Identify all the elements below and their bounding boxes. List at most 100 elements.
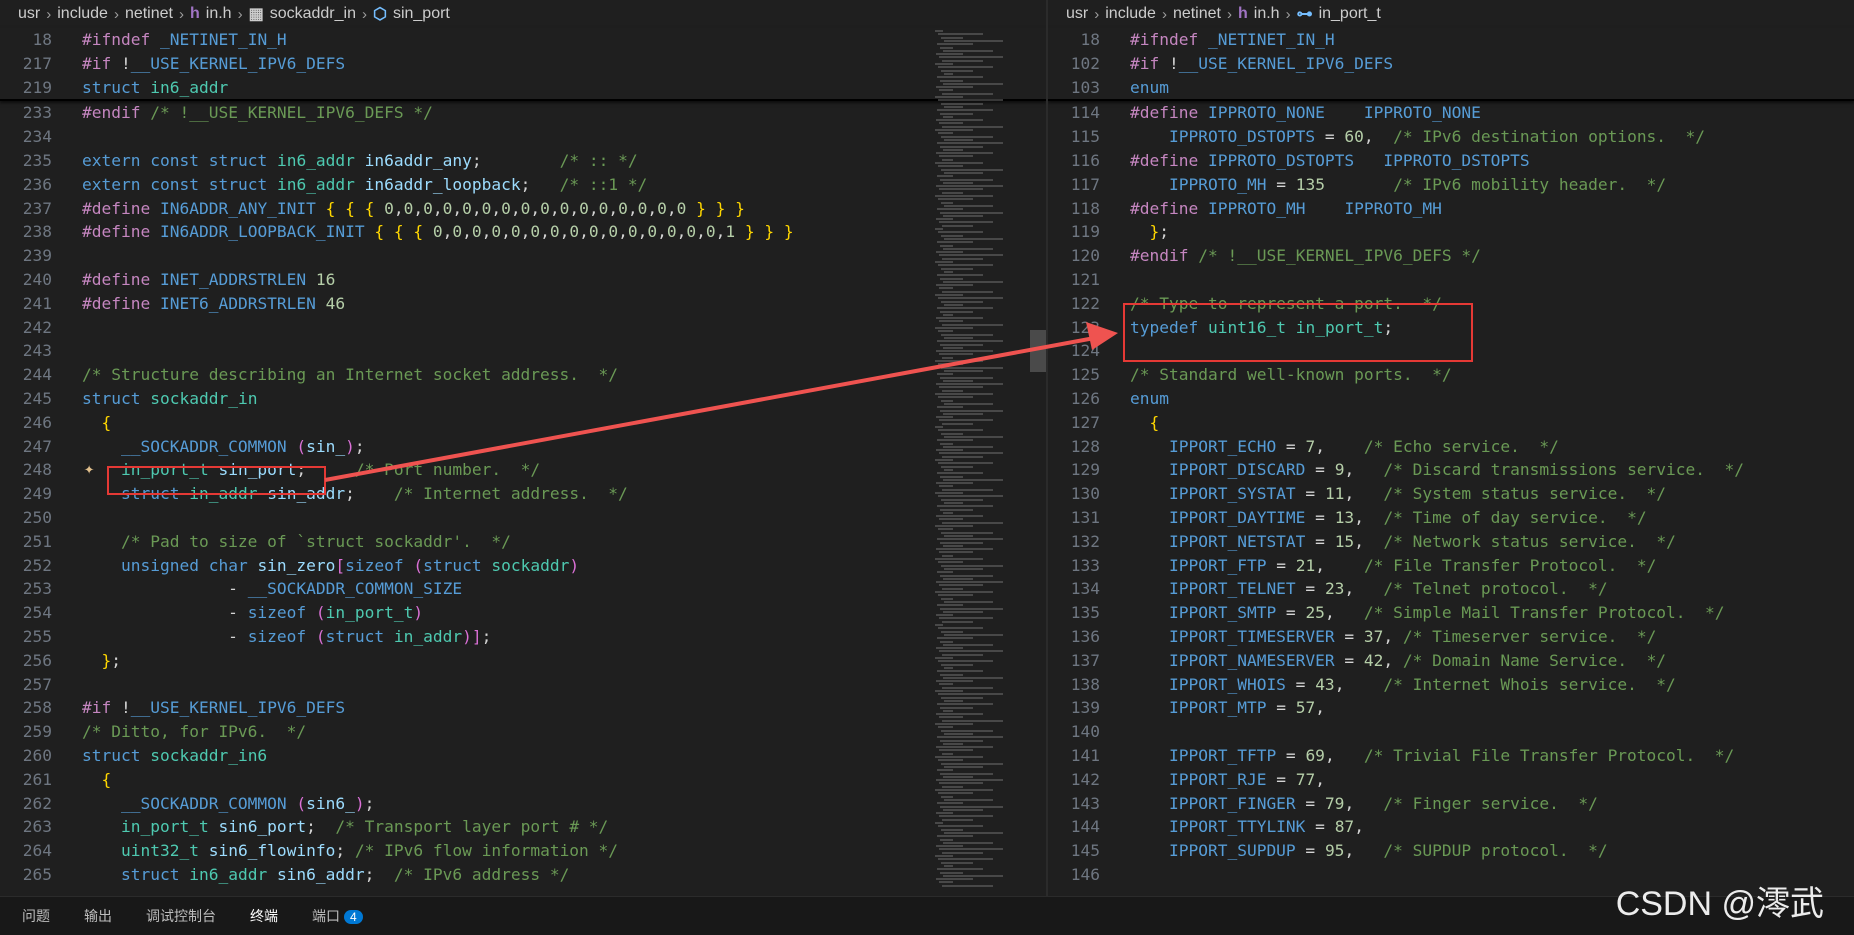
code-text[interactable]: #define INET_ADDRSTRLEN 16 <box>82 268 1046 292</box>
breadcrumb-item[interactable]: sin_port <box>393 5 450 23</box>
code-text[interactable]: IPPORT_TTYLINK = 87, <box>1130 815 1854 839</box>
code-line[interactable]: 125 /* Standard well-known ports. */ <box>1048 363 1854 387</box>
code-text[interactable]: IPPORT_TFTP = 69, /* Trivial File Transf… <box>1130 744 1854 768</box>
minimap[interactable] <box>935 30 1015 892</box>
code-line[interactable]: 217 #if !__USE_KERNEL_IPV6_DEFS <box>0 52 1046 76</box>
code-text[interactable]: IPPORT_SUPDUP = 95, /* SUPDUP protocol. … <box>1130 839 1854 863</box>
code-line[interactable]: 120 #endif /* !__USE_KERNEL_IPV6_DEFS */ <box>1048 244 1854 268</box>
code-line[interactable]: 136 IPPORT_TIMESERVER = 37, /* Timeserve… <box>1048 625 1854 649</box>
code-text[interactable]: /* Structure describing an Internet sock… <box>82 363 1046 387</box>
code-line[interactable]: 132 IPPORT_NETSTAT = 15, /* Network stat… <box>1048 530 1854 554</box>
code-line[interactable]: 116 #define IPPROTO_DSTOPTS IPPROTO_DSTOP… <box>1048 149 1854 173</box>
code-line[interactable]: 237 #define IN6ADDR_ANY_INIT { { { 0,0,0,… <box>0 197 1046 221</box>
code-text[interactable] <box>1130 720 1854 744</box>
code-line[interactable]: 254 - sizeof (in_port_t) <box>0 601 1046 625</box>
code-text[interactable]: #if !__USE_KERNEL_IPV6_DEFS <box>1130 52 1854 76</box>
code-line[interactable]: 256 }; <box>0 649 1046 673</box>
sticky-scroll-header[interactable]: 18 #ifndef _NETINET_IN_H 102 #if !__USE_KER… <box>1048 28 1854 102</box>
code-text[interactable]: }; <box>82 649 1046 673</box>
code-text[interactable]: IPPORT_TELNET = 23, /* Telnet protocol. … <box>1130 577 1854 601</box>
breadcrumb-item[interactable]: in_port_t <box>1319 5 1381 23</box>
code-line[interactable]: 134 IPPORT_TELNET = 23, /* Telnet protoc… <box>1048 577 1854 601</box>
code-line[interactable]: 219 struct in6_addr <box>0 76 1046 100</box>
code-line[interactable]: 238 #define IN6ADDR_LOOPBACK_INIT { { { 0… <box>0 220 1046 244</box>
breadcrumb-item[interactable]: netinet <box>125 5 173 23</box>
code-line[interactable]: 245 struct sockaddr_in <box>0 387 1046 411</box>
code-line[interactable]: 250 <box>0 506 1046 530</box>
code-line[interactable]: 262 __SOCKADDR_COMMON (sin6_); <box>0 792 1046 816</box>
right-editor-pane[interactable]: usr › include › netinet › h in.h › ⊶ in_port_t 18 #… <box>1048 0 1854 897</box>
code-line[interactable]: 129 IPPORT_DISCARD = 9, /* Discard trans… <box>1048 458 1854 482</box>
code-text[interactable] <box>82 339 1046 363</box>
code-text[interactable]: IPPORT_DAYTIME = 13, /* Time of day serv… <box>1130 506 1854 530</box>
code-line[interactable]: 139 IPPORT_MTP = 57, <box>1048 696 1854 720</box>
code-text[interactable]: #if !__USE_KERNEL_IPV6_DEFS <box>82 696 1046 720</box>
code-text[interactable]: IPPORT_ECHO = 7, /* Echo service. */ <box>1130 435 1854 459</box>
breadcrumb-item[interactable]: include <box>1105 5 1156 23</box>
code-text[interactable]: { <box>82 768 1046 792</box>
code-text[interactable]: #ifndef _NETINET_IN_H <box>82 28 1046 52</box>
code-text[interactable]: - sizeof (struct in_addr)]; <box>82 625 1046 649</box>
code-text[interactable]: IPPROTO_MH = 135 /* IPv6 mobility header… <box>1130 173 1854 197</box>
breadcrumb-item[interactable]: netinet <box>1173 5 1221 23</box>
code-text[interactable] <box>82 506 1046 530</box>
code-line[interactable]: 258 #if !__USE_KERNEL_IPV6_DEFS <box>0 696 1046 720</box>
code-line[interactable]: 126 enum <box>1048 387 1854 411</box>
code-line[interactable]: 102 #if !__USE_KERNEL_IPV6_DEFS <box>1048 52 1854 76</box>
left-editor-pane[interactable]: usr › include › netinet › h in.h › ▦ sockaddr_in › ⬡… <box>0 0 1046 897</box>
code-line[interactable]: 265 struct in6_addr sin6_addr; /* IPv6 a… <box>0 863 1046 887</box>
code-line[interactable]: 18 #ifndef _NETINET_IN_H <box>1048 28 1854 52</box>
code-text[interactable]: __SOCKADDR_COMMON (sin_); <box>82 435 1046 459</box>
code-text[interactable]: struct sockaddr_in6 <box>82 744 1046 768</box>
breadcrumb-item[interactable]: usr <box>18 5 40 23</box>
code-text[interactable]: struct in6_addr <box>82 76 1046 100</box>
code-text[interactable]: #define IN6ADDR_ANY_INIT { { { 0,0,0,0,0… <box>82 197 1046 221</box>
code-line[interactable]: 135 IPPORT_SMTP = 25, /* Simple Mail Tra… <box>1048 601 1854 625</box>
code-line[interactable]: 246 { <box>0 411 1046 435</box>
code-line[interactable]: 117 IPPROTO_MH = 135 /* IPv6 mobility he… <box>1048 173 1854 197</box>
code-line[interactable]: 243 <box>0 339 1046 363</box>
code-text[interactable]: extern const struct in6_addr in6addr_loo… <box>82 173 1046 197</box>
code-text[interactable]: /* Pad to size of `struct sockaddr'. */ <box>82 530 1046 554</box>
code-line[interactable]: 128 IPPORT_ECHO = 7, /* Echo service. */ <box>1048 435 1854 459</box>
code-line[interactable]: 137 IPPORT_NAMESERVER = 42, /* Domain Na… <box>1048 649 1854 673</box>
code-text[interactable]: IPPORT_FTP = 21, /* File Transfer Protoc… <box>1130 554 1854 578</box>
code-line[interactable]: 140 <box>1048 720 1854 744</box>
panel-tab[interactable]: 终端 <box>250 906 278 926</box>
breadcrumb-item[interactable]: in.h <box>206 5 232 23</box>
code-text[interactable]: #define INET6_ADDRSTRLEN 46 <box>82 292 1046 316</box>
breadcrumb-item[interactable]: sockaddr_in <box>270 5 356 23</box>
code-line[interactable]: 142 IPPORT_RJE = 77, <box>1048 768 1854 792</box>
code-text[interactable]: IPPROTO_DSTOPTS = 60, /* IPv6 destinatio… <box>1130 125 1854 149</box>
panel-tab[interactable]: 输出 <box>84 906 112 926</box>
code-line[interactable]: 115 IPPROTO_DSTOPTS = 60, /* IPv6 destin… <box>1048 125 1854 149</box>
code-text[interactable]: { <box>82 411 1046 435</box>
code-line[interactable]: 119 }; <box>1048 220 1854 244</box>
code-text[interactable]: IPPORT_DISCARD = 9, /* Discard transmiss… <box>1130 458 1854 482</box>
code-text[interactable]: IPPORT_FINGER = 79, /* Finger service. *… <box>1130 792 1854 816</box>
code-text[interactable] <box>82 673 1046 697</box>
code-line[interactable]: 236 extern const struct in6_addr in6addr_… <box>0 173 1046 197</box>
code-line[interactable]: 145 IPPORT_SUPDUP = 95, /* SUPDUP protoc… <box>1048 839 1854 863</box>
code-line[interactable]: 131 IPPORT_DAYTIME = 13, /* Time of day … <box>1048 506 1854 530</box>
code-line[interactable]: 263 in_port_t sin6_port; /* Transport la… <box>0 815 1046 839</box>
code-line[interactable]: 240 #define INET_ADDRSTRLEN 16 <box>0 268 1046 292</box>
code-line[interactable]: 141 IPPORT_TFTP = 69, /* Trivial File Tr… <box>1048 744 1854 768</box>
code-text[interactable]: unsigned char sin_zero[sizeof (struct so… <box>82 554 1046 578</box>
code-text[interactable]: IPPORT_RJE = 77, <box>1130 768 1854 792</box>
panel-tab[interactable]: 端口 4 <box>312 906 363 926</box>
code-text[interactable]: enum <box>1130 387 1854 411</box>
code-line[interactable]: 18 #ifndef _NETINET_IN_H <box>0 28 1046 52</box>
code-text[interactable]: struct in6_addr sin6_addr; /* IPv6 addre… <box>82 863 1046 887</box>
code-line[interactable]: 118 #define IPPROTO_MH IPPROTO_MH <box>1048 197 1854 221</box>
code-line[interactable]: 130 IPPORT_SYSTAT = 11, /* System status… <box>1048 482 1854 506</box>
code-text[interactable]: IPPORT_SYSTAT = 11, /* System status ser… <box>1130 482 1854 506</box>
code-text[interactable]: #ifndef _NETINET_IN_H <box>1130 28 1854 52</box>
code-lines[interactable]: 114 #define IPPROTO_NONE IPPROTO_NONE 115 … <box>1048 101 1854 886</box>
code-text[interactable]: - __SOCKADDR_COMMON_SIZE <box>82 577 1046 601</box>
code-text[interactable]: __SOCKADDR_COMMON (sin6_); <box>82 792 1046 816</box>
code-text[interactable]: IPPORT_SMTP = 25, /* Simple Mail Transfe… <box>1130 601 1854 625</box>
code-text[interactable]: extern const struct in6_addr in6addr_any… <box>82 149 1046 173</box>
code-line[interactable]: 247 __SOCKADDR_COMMON (sin_); <box>0 435 1046 459</box>
code-text[interactable]: #if !__USE_KERNEL_IPV6_DEFS <box>82 52 1046 76</box>
